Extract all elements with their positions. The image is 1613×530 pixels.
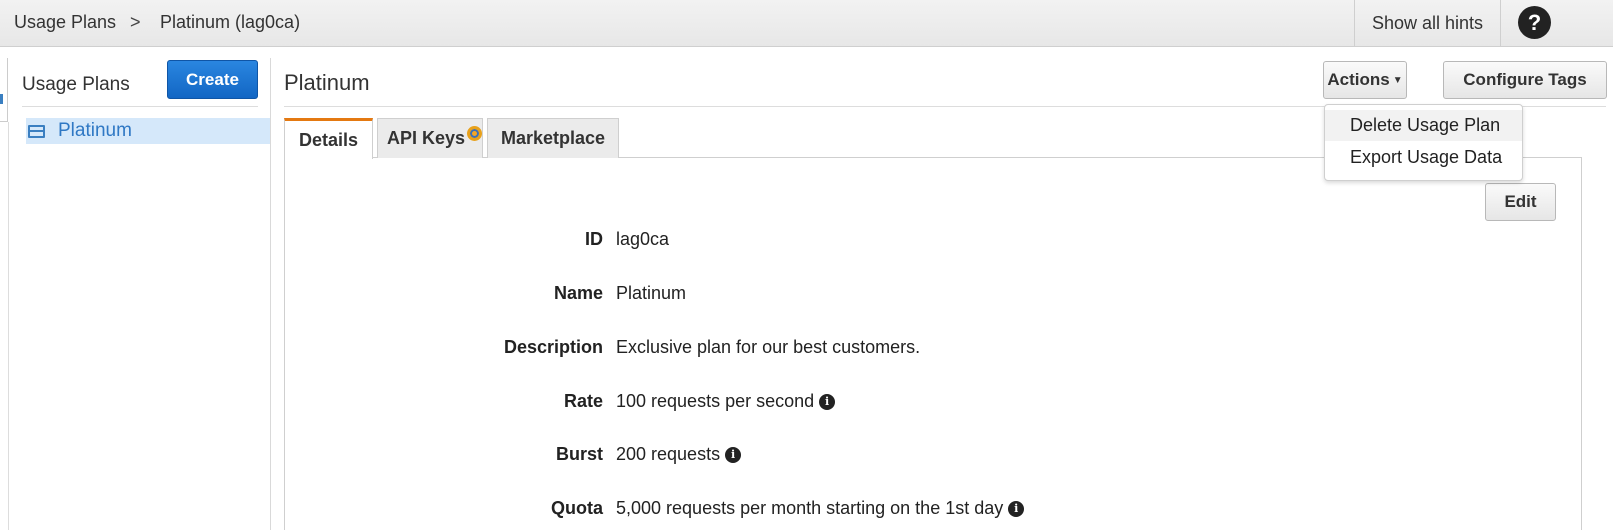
top-bar: Usage Plans > Platinum (lag0ca) Show all… [0,0,1613,47]
value-text: Exclusive plan for our best customers. [616,337,921,357]
divider [22,106,258,107]
help-icon[interactable]: ? [1518,6,1551,39]
tab-details[interactable]: Details [284,118,373,159]
card-icon [28,124,45,138]
detail-label-id: ID [585,229,603,249]
create-button[interactable]: Create [167,60,258,99]
info-icon[interactable]: i [819,393,836,410]
detail-value-rate: 100 requests per second i [616,391,836,412]
hint-dot-icon[interactable] [467,126,482,141]
divider [8,122,9,530]
menu-item-export-usage-data[interactable]: Export Usage Data [1325,142,1522,173]
sidebar-divider [270,58,271,530]
detail-label-quota: Quota [551,498,603,518]
value-text: Platinum [616,283,687,303]
breadcrumb-separator: > [130,12,141,32]
detail-label-burst: Burst [555,444,603,464]
value-text: 5,000 requests per month starting on the… [616,498,1004,518]
info-icon[interactable]: i [1008,500,1025,517]
edit-button[interactable]: Edit [1485,183,1556,221]
detail-label-description: Description [503,337,603,357]
tab-label: API Keys [386,128,466,148]
tab-marketplace[interactable]: Marketplace [487,118,619,158]
value-text: 200 requests [616,444,721,464]
sidebar-item-platinum[interactable]: Platinum [26,118,270,144]
sidebar-item-label: Platinum [58,120,132,141]
sidebar-title: Usage Plans [22,74,130,95]
caret-down-icon: ▼ [1392,74,1403,86]
actions-label: Actions [1327,70,1390,89]
value-text: lag0ca [616,229,670,249]
collapsed-nav-tab[interactable] [0,58,8,122]
detail-label-name: Name [553,283,603,303]
actions-menu: Delete Usage Plan Export Usage Data [1324,104,1523,181]
detail-value-burst: 200 requests i [616,444,742,465]
detail-label-rate: Rate [563,391,603,411]
menu-item-delete-usage-plan[interactable]: Delete Usage Plan [1325,110,1522,141]
page-title: Platinum [284,70,370,95]
info-icon[interactable]: i [725,446,742,463]
detail-value-quota: 5,000 requests per month starting on the… [616,498,1025,519]
tab-api-keys[interactable]: API Keys [377,118,483,158]
actions-button[interactable]: Actions ▼ [1323,61,1407,99]
configure-tags-button[interactable]: Configure Tags [1443,61,1607,99]
detail-value-name: Platinum [616,283,686,304]
detail-value-description: Exclusive plan for our best customers. [616,337,920,358]
breadcrumb-current: Platinum (lag0ca) [160,12,301,32]
nav-indicator [0,94,3,104]
breadcrumb-usage-plans[interactable]: Usage Plans [14,12,116,33]
show-all-hints-button[interactable]: Show all hints [1354,0,1501,46]
detail-value-id: lag0ca [616,229,669,250]
value-text: 100 requests per second [616,391,815,411]
